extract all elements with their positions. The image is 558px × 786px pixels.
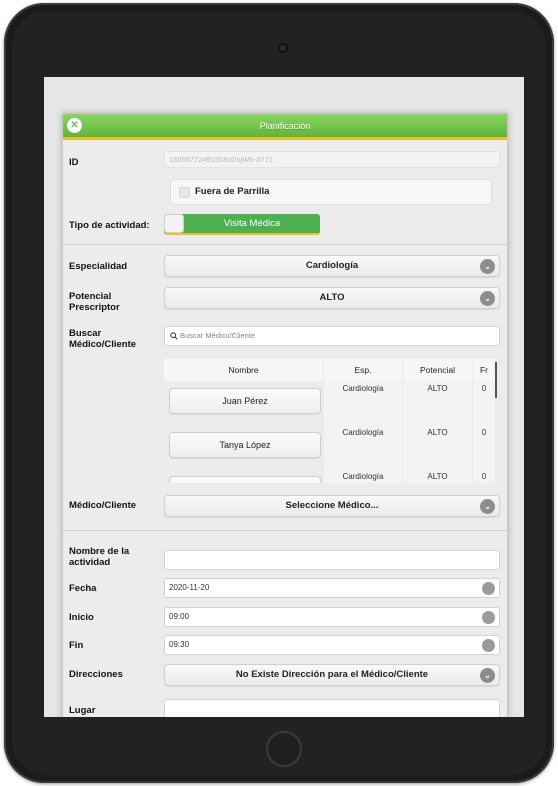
direcciones-value: No Existe Dirección para el Médico/Clien… bbox=[235, 669, 429, 680]
potencial-select[interactable]: ALTO ⌄ bbox=[164, 287, 500, 309]
screen: ✕ Planificación ID 16056772491558vDujWh-… bbox=[44, 77, 524, 717]
table-header: Nombre Esp. Potencial Fr bbox=[164, 359, 496, 381]
id-field: 16056772491558vDujWh-3771 bbox=[164, 151, 500, 168]
tipo-actividad-value: Visita Médica bbox=[223, 218, 281, 229]
cell-esp: Cardiología bbox=[342, 384, 384, 393]
close-icon[interactable]: ✕ bbox=[67, 118, 82, 133]
fecha-value: 2020-11-20 bbox=[169, 583, 210, 592]
fecha-label: Fecha bbox=[69, 583, 97, 594]
cell-potencial: ALTO bbox=[427, 428, 448, 437]
search-placeholder: Buscar Médico/Cliente bbox=[180, 331, 256, 340]
fuera-de-parrilla-option[interactable]: Fuera de Parrilla bbox=[170, 179, 492, 205]
lugar-input[interactable] bbox=[164, 699, 500, 717]
medico-cliente-value: Seleccione Médico... bbox=[285, 500, 379, 511]
fuera-de-parrilla-label: Fuera de Parrilla bbox=[195, 186, 270, 197]
section-divider bbox=[63, 244, 507, 245]
nombre-actividad-input[interactable] bbox=[164, 550, 500, 570]
column-header-nombre[interactable]: Nombre bbox=[164, 359, 323, 381]
medico-cliente-select[interactable]: Seleccione Médico... ⌄ bbox=[164, 495, 500, 517]
table-scrollbar[interactable] bbox=[495, 362, 497, 398]
potencial-label-line1: Potencial bbox=[69, 291, 112, 302]
search-icon bbox=[170, 332, 178, 340]
column-header-fr[interactable]: Fr bbox=[473, 359, 495, 381]
inicio-label: Inicio bbox=[69, 612, 94, 623]
chevron-down-icon: ⌄ bbox=[480, 499, 495, 514]
fecha-input[interactable]: 2020-11-20 bbox=[164, 578, 500, 598]
inicio-value: 09:00 bbox=[169, 612, 190, 621]
cell-esp: Cardiología bbox=[342, 428, 384, 437]
id-label: ID bbox=[69, 157, 79, 168]
nombre-actividad-label-line1: Nombre de la bbox=[69, 546, 130, 557]
nombre-actividad-label-line2: actividad bbox=[69, 557, 111, 568]
results-table: Nombre Esp. Potencial Fr Juan Pérez Card… bbox=[164, 359, 500, 483]
fin-value: 09:30 bbox=[169, 640, 190, 649]
chevron-down-icon: ⌄ bbox=[480, 291, 495, 306]
dialog-header: ✕ Planificación bbox=[63, 114, 507, 140]
cell-esp: Cardiología bbox=[342, 472, 384, 481]
planning-dialog: ✕ Planificación ID 16056772491558vDujWh-… bbox=[62, 113, 508, 717]
buscar-label-line2: Médico/Cliente bbox=[69, 339, 137, 350]
cell-potencial: ALTO bbox=[427, 384, 448, 393]
column-header-potencial[interactable]: Potencial bbox=[403, 359, 472, 381]
medico-cliente-label: Médico/Cliente bbox=[69, 500, 137, 511]
potencial-value: ALTO bbox=[319, 292, 345, 303]
inicio-input[interactable]: 09:00 bbox=[164, 607, 500, 627]
cell-fr: 0 bbox=[481, 428, 487, 437]
direcciones-label: Direcciones bbox=[69, 669, 123, 680]
column-header-esp[interactable]: Esp. bbox=[324, 359, 402, 381]
select-doctor-button[interactable] bbox=[169, 476, 321, 483]
potencial-label-line2: Prescriptor bbox=[69, 302, 120, 313]
section-divider bbox=[63, 530, 507, 531]
cell-fr: 0 bbox=[481, 384, 487, 393]
select-doctor-button[interactable]: Juan Pérez bbox=[169, 388, 321, 414]
fin-label: Fin bbox=[69, 640, 84, 651]
buscar-label-line1: Buscar bbox=[69, 328, 102, 339]
lugar-label: Lugar bbox=[69, 705, 96, 716]
search-input[interactable]: Buscar Médico/Cliente bbox=[164, 326, 500, 346]
chevron-down-icon: ⌄ bbox=[480, 259, 495, 274]
calendar-icon[interactable] bbox=[482, 582, 495, 595]
table-row[interactable]: Juan Pérez Cardiología ALTO 0 bbox=[164, 381, 496, 425]
tablet-frame: ✕ Planificación ID 16056772491558vDujWh-… bbox=[4, 3, 554, 783]
direcciones-select[interactable]: No Existe Dirección para el Médico/Clien… bbox=[164, 664, 500, 686]
clock-icon[interactable] bbox=[482, 639, 495, 652]
tipo-actividad-label: Tipo de actividad: bbox=[69, 220, 150, 231]
dialog-title: Planificación bbox=[259, 121, 311, 131]
especialidad-value: Cardiología bbox=[305, 260, 359, 271]
table-row[interactable]: Tanya López Cardiología ALTO 0 bbox=[164, 425, 496, 469]
home-button[interactable] bbox=[266, 731, 302, 767]
fin-input[interactable]: 09:30 bbox=[164, 635, 500, 655]
table-row[interactable]: Cardiología ALTO 0 bbox=[164, 469, 496, 483]
camera-icon bbox=[278, 43, 288, 53]
chevron-down-icon: ⌄ bbox=[480, 668, 495, 683]
cell-fr: 0 bbox=[481, 472, 487, 481]
cell-potencial: ALTO bbox=[427, 472, 448, 481]
especialidad-select[interactable]: Cardiología ⌄ bbox=[164, 255, 500, 277]
tipo-actividad-toggle[interactable]: Visita Médica bbox=[164, 214, 320, 235]
select-doctor-button[interactable]: Tanya López bbox=[169, 432, 321, 458]
toggle-knob[interactable] bbox=[164, 214, 184, 233]
fuera-de-parrilla-checkbox[interactable] bbox=[179, 187, 190, 198]
clock-icon[interactable] bbox=[482, 611, 495, 624]
especialidad-label: Especialidad bbox=[69, 261, 128, 272]
